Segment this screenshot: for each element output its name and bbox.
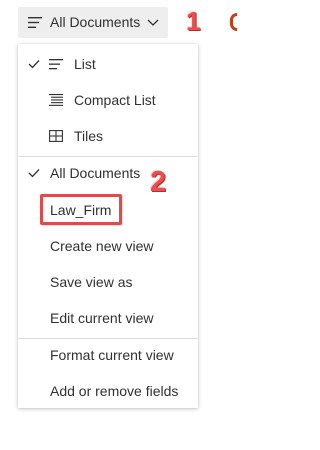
- menu-item-add-remove-fields[interactable]: Add or remove fields: [18, 373, 198, 409]
- menu-item-label: Format current view: [50, 347, 174, 363]
- menu-item-tiles[interactable]: Tiles: [18, 118, 198, 154]
- menu-item-label: Save view as: [50, 274, 133, 290]
- step-2-annotation: 2: [150, 166, 167, 198]
- page: All Documents 1 List Compact List Tiles …: [0, 0, 237, 450]
- view-options-menu: List Compact List Tiles All Documents La…: [18, 44, 198, 408]
- menu-item-save-view-as[interactable]: Save view as: [18, 264, 198, 300]
- view-switcher-label: All Documents: [50, 14, 141, 30]
- menu-item-label: List: [74, 56, 96, 72]
- checkmark-icon: [28, 60, 40, 69]
- checkmark-icon: [28, 169, 40, 178]
- menu-item-label: All Documents: [50, 165, 141, 181]
- step-1-annotation: 1: [186, 6, 201, 36]
- tiles-icon: [49, 130, 63, 142]
- menu-item-label: Tiles: [74, 128, 104, 144]
- highlight-annotation-box: [40, 194, 122, 225]
- list-icon: [49, 59, 63, 70]
- menu-item-label: Add or remove fields: [50, 383, 179, 399]
- list-icon: [28, 17, 42, 28]
- menu-item-format-current-view[interactable]: Format current view: [18, 337, 198, 373]
- view-switcher-button[interactable]: All Documents: [18, 7, 168, 38]
- menu-item-label: Edit current view: [50, 310, 154, 326]
- partial-icon: [230, 13, 237, 31]
- menu-item-all-documents[interactable]: All Documents: [18, 155, 198, 191]
- menu-item-compact-list[interactable]: Compact List: [18, 82, 198, 118]
- menu-item-edit-current-view[interactable]: Edit current view: [18, 300, 198, 336]
- menu-item-label: Create new view: [50, 238, 154, 254]
- menu-item-create-new-view[interactable]: Create new view: [18, 228, 198, 264]
- menu-item-label: Compact List: [74, 92, 156, 108]
- compact-list-icon: [49, 94, 63, 106]
- menu-item-list[interactable]: List: [18, 46, 198, 82]
- chevron-down-icon: [147, 19, 159, 26]
